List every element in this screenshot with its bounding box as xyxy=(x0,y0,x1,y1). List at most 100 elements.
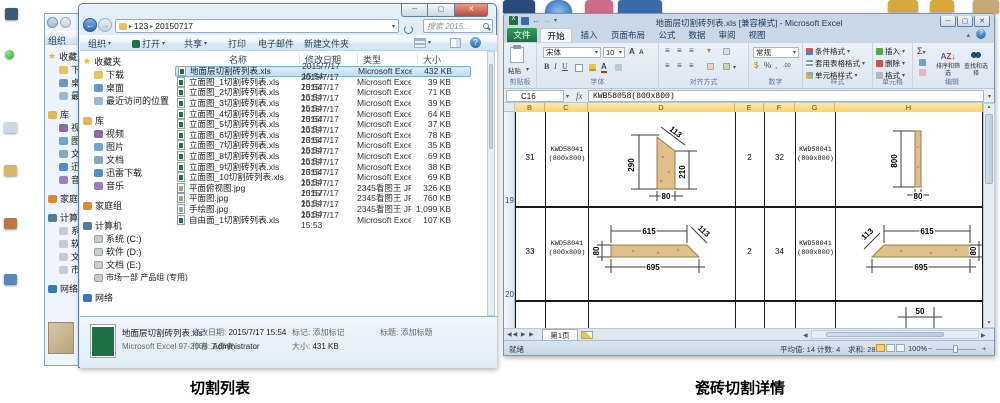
cell-b19[interactable]: 31 xyxy=(515,153,545,162)
paste-dropdown-icon[interactable]: ▾ xyxy=(526,66,529,73)
new-folder-button[interactable]: 新建文件夹 xyxy=(304,37,349,50)
sidebar-item-libraries[interactable]: 库 xyxy=(83,114,173,127)
font-size-select[interactable]: 10▾ xyxy=(603,47,625,58)
delete-cells-button[interactable]: 删除▾ xyxy=(876,58,905,68)
formula-bar-expand-icon[interactable]: ▾ xyxy=(988,93,991,100)
cell-e20[interactable]: 2 xyxy=(735,247,764,256)
qq-status-icon[interactable] xyxy=(5,50,14,59)
scroll-up-icon[interactable]: ▲ xyxy=(984,104,994,110)
scrollbar-thumb[interactable] xyxy=(489,64,493,149)
cell-f20[interactable]: 34 xyxy=(764,247,795,256)
align-bottom-icon[interactable]: ≡ xyxy=(689,46,694,55)
fill-color-icon[interactable] xyxy=(589,64,596,71)
merge-dropdown-icon[interactable]: ▾ xyxy=(733,64,736,71)
ribbon-collapse-icon[interactable]: ▴ xyxy=(966,31,970,39)
tab-formulas[interactable]: 公式 xyxy=(653,28,681,42)
cell-g20[interactable]: KWD58041(800x800) xyxy=(797,240,834,257)
vertical-scrollbar[interactable]: ▲ ▼ xyxy=(983,103,995,328)
desktop-icon[interactable] xyxy=(4,122,17,133)
formula-input[interactable]: KWB58058(800x800) xyxy=(588,90,984,102)
tab-review[interactable]: 审阅 xyxy=(713,28,741,42)
breadcrumb-folder[interactable]: 20150717 xyxy=(155,21,193,31)
select-all-corner[interactable] xyxy=(504,103,515,112)
desktop-folder-icon[interactable] xyxy=(618,0,662,13)
sidebar-item-drive-d[interactable]: 软件 (D:) xyxy=(83,245,173,258)
close-button[interactable]: ✕ xyxy=(974,16,990,27)
sidebar-item-documents[interactable]: 文档 xyxy=(83,153,173,166)
open-button[interactable]: 打开▾ xyxy=(132,37,165,50)
column-header-size[interactable]: 大小 xyxy=(423,53,441,66)
row-header-19[interactable]: 19 xyxy=(504,196,515,205)
tab-view[interactable]: 视图 xyxy=(743,28,771,42)
cell-c19[interactable]: KWD58041(800x800) xyxy=(547,146,587,163)
row-headers[interactable]: 19 20 xyxy=(504,112,515,328)
tab-page-layout[interactable]: 页面布局 xyxy=(605,28,651,42)
desktop-folder-icon[interactable] xyxy=(503,0,535,13)
cell-d20[interactable]: 615 80 113 695 xyxy=(593,211,738,296)
search-input[interactable]: 搜索 2015... xyxy=(423,19,493,33)
file-list-scrollbar[interactable] xyxy=(487,51,495,316)
align-left-icon[interactable]: ≡ xyxy=(665,61,670,70)
align-right-icon[interactable]: ≡ xyxy=(689,61,694,70)
organize-button[interactable]: 组织 xyxy=(48,34,66,47)
paste-label[interactable]: 粘贴 xyxy=(508,65,521,75)
minimize-button[interactable]: ─ xyxy=(940,16,956,27)
sidebar-item-favorites[interactable]: ★收藏夹 xyxy=(83,55,173,68)
desktop-icon[interactable] xyxy=(4,218,17,229)
sidebar-item-recent[interactable]: 最近访问的位置 xyxy=(83,94,173,107)
row-header-20[interactable]: 20 xyxy=(504,290,515,299)
details-tags[interactable]: 添加标记 xyxy=(312,328,344,337)
zoom-slider-thumb[interactable] xyxy=(953,345,958,353)
merge-center-icon[interactable] xyxy=(723,63,730,70)
back-button[interactable]: ← xyxy=(83,18,97,32)
name-box[interactable]: C16 xyxy=(506,90,564,102)
sidebar-item-pictures[interactable]: 图片 xyxy=(83,140,173,153)
comma-icon[interactable]: , xyxy=(775,61,777,70)
column-header-type[interactable]: 类型 xyxy=(363,53,381,66)
sheet-nav-icons[interactable]: ◀◀ ▶ ▶ xyxy=(507,331,535,338)
tab-home[interactable]: 开始 xyxy=(540,28,572,43)
font-name-select[interactable]: 宋体▾ xyxy=(543,47,601,58)
desktop-icon[interactable] xyxy=(4,165,17,176)
format-as-table-button[interactable]: 套用表格格式▾ xyxy=(806,58,865,68)
views-icon[interactable] xyxy=(414,38,426,48)
phonetic-guide-icon[interactable] xyxy=(615,64,622,71)
horizontal-scrollbar[interactable] xyxy=(811,330,979,339)
close-button[interactable]: ✕ xyxy=(455,4,488,17)
sidebar-item-music[interactable]: 音乐 xyxy=(83,179,173,192)
indent-icon[interactable] xyxy=(707,63,714,70)
name-box-dropdown-icon[interactable]: ▾ xyxy=(566,93,569,100)
clear-icon[interactable] xyxy=(919,69,926,76)
cell-d19[interactable]: 290 210 113 80 xyxy=(601,117,733,208)
orientation-icon[interactable]: ▾ xyxy=(707,46,711,55)
column-header-name[interactable]: 名称 xyxy=(229,53,247,66)
maximize-button[interactable]: ▢ xyxy=(428,4,455,17)
underline-icon[interactable]: U xyxy=(562,62,568,71)
maximize-button[interactable]: ▢ xyxy=(957,16,973,27)
cell-e19[interactable]: 2 xyxy=(735,153,764,162)
shrink-font-icon[interactable]: A xyxy=(639,49,644,56)
app-icon[interactable] xyxy=(585,0,613,13)
insert-cells-button[interactable]: 插入▾ xyxy=(876,46,905,56)
scrollbar-thumb[interactable] xyxy=(826,332,944,337)
align-center-icon[interactable]: ≡ xyxy=(677,61,682,70)
sheet-tab[interactable]: 第1页 xyxy=(542,329,578,340)
scroll-down-icon[interactable]: ▼ xyxy=(984,320,994,326)
tab-file[interactable]: 文件 xyxy=(507,28,537,42)
tab-data[interactable]: 数据 xyxy=(683,28,711,42)
sidebar-item-network-drive[interactable]: 市场一部 产品组 (专用) xyxy=(83,271,173,284)
paste-icon[interactable] xyxy=(510,47,524,63)
find-select-button[interactable]: 查找和选择 xyxy=(963,46,989,78)
zoom-in-icon[interactable]: + xyxy=(982,344,986,353)
fx-icon[interactable]: fx xyxy=(576,91,583,101)
details-title[interactable]: 添加标题 xyxy=(400,328,432,337)
desktop-icon[interactable] xyxy=(5,8,18,20)
share-button[interactable]: 共享▾ xyxy=(184,37,207,50)
insert-worksheet-icon[interactable] xyxy=(581,331,593,339)
organize-button[interactable]: 组织▾ xyxy=(88,37,111,50)
grow-font-icon[interactable]: A xyxy=(629,47,635,56)
cell-h19[interactable]: 800 80 xyxy=(873,117,943,208)
help-icon[interactable]: ? xyxy=(976,29,986,39)
wrap-text-icon[interactable] xyxy=(723,48,730,55)
bold-icon[interactable]: B xyxy=(544,62,549,71)
